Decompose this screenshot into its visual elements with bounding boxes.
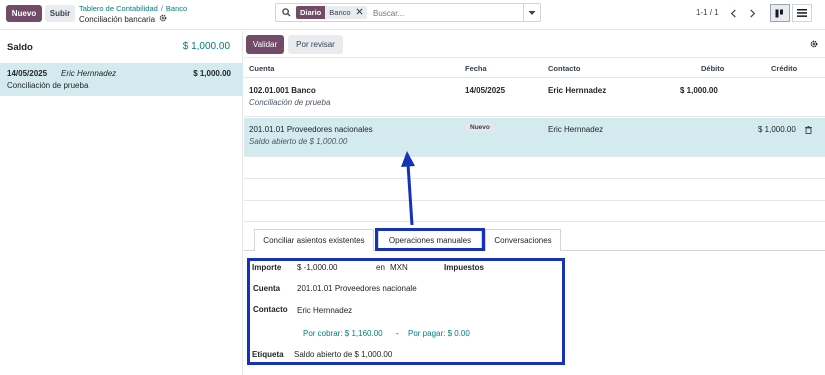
statement-line[interactable]: 14/05/2025 Eric Hernnadez $ 1,000.00 Con… [0,63,243,96]
facet-label: Diario [296,6,326,19]
amount-label: Importe [252,263,282,272]
amount-field[interactable]: $ -1,000.00 [297,263,337,272]
header-debit: Débito [701,64,725,73]
search-icon[interactable] [282,8,291,19]
settings-icon[interactable] [810,40,818,50]
gear-icon[interactable] [159,14,167,24]
statement-reference: Conciliación de prueba [7,81,89,90]
statement-partner: Eric Hernnadez [61,69,117,78]
statement-lines-panel: Saldo $ 1,000.00 14/05/2025 Eric Hernnad… [0,31,243,375]
breadcrumb: Tablero de Contabilidad / Banco [79,4,187,13]
contact-field[interactable]: Eric Hernnadez [297,306,352,315]
close-icon[interactable] [356,8,363,17]
balance-label: Saldo [7,42,33,53]
row-contact: Eric Hernnadez [548,125,604,134]
highlight-box-form [247,258,565,365]
trash-icon[interactable] [805,126,812,136]
contact-label: Contacto [253,305,288,314]
statement-amount: $ 1,000.00 [193,69,231,78]
empty-row [244,157,825,179]
taxes-label: Impuestos [444,263,485,272]
tab-existing-entries[interactable]: Conciliar asientos existentes [254,229,374,251]
account-field[interactable]: 201.01.01 Proveedores nacionale [297,284,417,293]
breadcrumb-current-link[interactable]: Banco [166,4,187,13]
row-note: Saldo abierto de $ 1,000.00 [249,137,348,146]
header-account: Cuenta [249,64,275,73]
page-title-text: Conciliación bancaria [79,14,156,24]
payable-link[interactable]: Por pagar: $ 0.00 [408,329,470,338]
currency-prefix: en [376,263,385,272]
pager-value[interactable]: 1-1 / 1 [696,8,719,17]
row-account: 201.01.01 Proveedores nacionales [249,125,373,134]
row-debit: $ 1,000.00 [680,86,718,95]
breadcrumb-parent-link[interactable]: Tablero de Contabilidad [79,4,158,13]
control-panel: Nuevo Subir Tablero de Contabilidad / Banc… [0,0,825,30]
row-account: 102.01.001 Banco [249,86,316,95]
search-bar: Diario Banco [275,3,541,22]
validate-button[interactable]: Validar [246,35,284,54]
row-contact: Eric Hernnadez [548,86,607,95]
tab-conversations[interactable]: Conversaciones [485,229,561,251]
chevron-left-icon[interactable] [724,5,742,21]
search-input[interactable] [373,7,503,19]
breadcrumb-separator: / [160,4,163,13]
status-badge: Nuevo [465,123,495,132]
empty-row [244,201,825,222]
page-title: Conciliación bancaria [79,14,167,24]
reconciliation-panel: Validar Por revisar Cuenta Fecha Contact… [244,31,825,375]
chevron-down-icon[interactable] [523,4,540,21]
header-date: Fecha [465,64,487,73]
to-review-button[interactable]: Por revisar [288,35,343,54]
facet-value: Banco [329,8,351,17]
header-contact: Contacto [548,64,581,73]
statement-date: 14/05/2025 [7,69,48,78]
header-credit: Crédito [771,64,798,73]
highlight-box-tab [375,228,485,251]
search-facet-journal: Diario Banco [296,6,367,19]
row-note: Conciliación de prueba [249,98,331,107]
row-credit: $ 1,000.00 [758,125,796,134]
row-date: 14/05/2025 [465,86,506,95]
new-button[interactable]: Nuevo [6,5,42,22]
kanban-view-icon[interactable] [770,4,790,22]
account-label: Cuenta [253,284,281,293]
currency-field[interactable]: MXN [390,263,408,272]
chevron-right-icon[interactable] [743,5,761,21]
table-row[interactable]: 102.01.001 Banco Conciliación de prueba … [244,77,825,117]
receivable-link[interactable]: Por cobrar: $ 1,160.00 [303,329,383,338]
dash-separator: - [396,329,399,338]
list-view-icon[interactable] [792,4,812,22]
table-row[interactable]: 201.01.01 Proveedores nacionales Saldo a… [244,118,825,157]
label-field[interactable]: Saldo abierto de $ 1,000.00 [294,350,392,359]
grid-divider [244,57,825,58]
balance-value: $ 1,000.00 [182,41,230,52]
facet-value-container: Banco [325,6,367,19]
label-label: Etiqueta [252,350,284,359]
empty-row [244,179,825,201]
upload-button[interactable]: Subir [45,5,75,22]
